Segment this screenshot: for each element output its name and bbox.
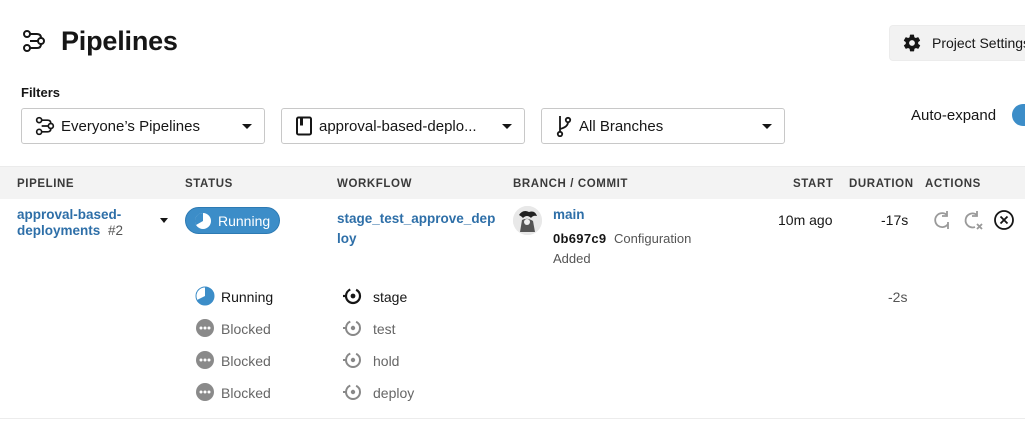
cancel-workflow-icon[interactable] (993, 209, 1015, 231)
avatar (513, 206, 542, 235)
job-status-label: Blocked (221, 353, 271, 369)
job-status-label: Blocked (221, 385, 271, 401)
pipeline-link[interactable]: approval-based-deployments (17, 207, 121, 238)
pipeline-number: #2 (108, 223, 124, 238)
page-header: Pipelines Project Settings (0, 0, 1025, 80)
job-name-link[interactable]: test (373, 321, 396, 337)
auto-expand-toggle[interactable] (1012, 104, 1025, 126)
column-header-workflow: WORKFLOW (337, 178, 413, 190)
expand-row-chevron-icon[interactable] (160, 218, 168, 223)
column-header-actions: ACTIONS (925, 178, 981, 190)
rerun-failed-icon[interactable] (962, 209, 984, 231)
column-header-status: STATUS (185, 178, 233, 190)
pipelines-icon (35, 116, 55, 136)
status-badge-label: Running (218, 212, 271, 229)
blocked-status-icon (196, 351, 214, 369)
column-header-pipeline: PIPELINE (17, 178, 75, 190)
commit-info: 0b697c9 Configuration Added (553, 229, 723, 269)
job-name-link[interactable]: deploy (373, 385, 414, 401)
gear-icon (903, 34, 921, 52)
project-settings-label: Project Settings (932, 35, 1025, 51)
project-filter-value: approval-based-deplo... (319, 117, 477, 135)
column-header-start: START (793, 178, 834, 190)
job-icon (343, 287, 362, 305)
project-filter-select[interactable]: approval-based-deplo... (281, 108, 525, 144)
pipelines-icon (23, 30, 45, 52)
running-status-icon (194, 212, 211, 229)
pipeline-cell: approval-based-deployments #2 (17, 207, 147, 239)
rerun-icon[interactable] (931, 209, 953, 231)
status-badge[interactable]: Running (185, 207, 280, 234)
workflow-link[interactable]: stage_test_approve_deploy (337, 209, 497, 249)
branch-link[interactable]: main (553, 207, 585, 222)
blocked-status-icon (196, 383, 214, 401)
running-status-icon (195, 286, 215, 306)
chevron-down-icon (242, 123, 252, 129)
column-header-branch-commit: BRANCH / COMMIT (513, 178, 629, 190)
branch-filter-value: All Branches (579, 117, 664, 135)
job-name-link[interactable]: stage (373, 289, 407, 305)
branch-icon (556, 116, 572, 137)
job-status-label: Blocked (221, 321, 271, 337)
auto-expand-label: Auto-expand (911, 107, 997, 124)
blocked-status-icon (196, 319, 214, 337)
chevron-down-icon (762, 123, 772, 129)
branch-filter-select[interactable]: All Branches (541, 108, 785, 144)
pipelines-filter-select[interactable]: Everyone’s Pipelines (21, 108, 265, 144)
job-icon (343, 384, 361, 400)
chevron-down-icon (502, 123, 512, 129)
table-header: PIPELINE STATUS WORKFLOW BRANCH / COMMIT… (0, 166, 1025, 199)
commit-hash[interactable]: 0b697c9 (553, 231, 606, 246)
job-icon (343, 352, 361, 368)
page-title: Pipelines (61, 26, 178, 56)
repository-icon (296, 116, 312, 136)
filters-label: Filters (21, 85, 61, 100)
start-time: 10m ago (778, 212, 833, 228)
duration: -17s (881, 212, 909, 228)
job-duration: -2s (888, 289, 908, 305)
column-header-duration: DURATION (849, 178, 914, 190)
divider (0, 418, 1025, 419)
job-icon (343, 320, 361, 336)
job-status-label: Running (221, 289, 274, 305)
project-settings-button[interactable]: Project Settings (889, 25, 1025, 61)
pipelines-filter-value: Everyone’s Pipelines (61, 117, 200, 135)
job-name-link[interactable]: hold (373, 353, 399, 369)
